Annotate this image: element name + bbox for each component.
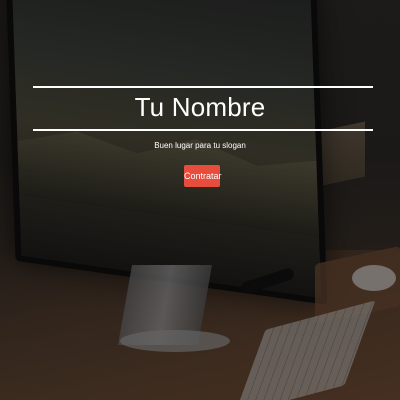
- title-divider-bottom: [33, 129, 373, 131]
- title-divider-top: [33, 86, 373, 88]
- hire-button[interactable]: Contratar: [184, 165, 222, 187]
- page-title: Tu Nombre: [134, 92, 266, 122]
- hero-section: Tu Nombre Buen lugar para tu slogan Cont…: [0, 0, 400, 400]
- slogan-text: Buen lugar para tu slogan: [154, 141, 246, 150]
- dark-overlay: [0, 0, 400, 400]
